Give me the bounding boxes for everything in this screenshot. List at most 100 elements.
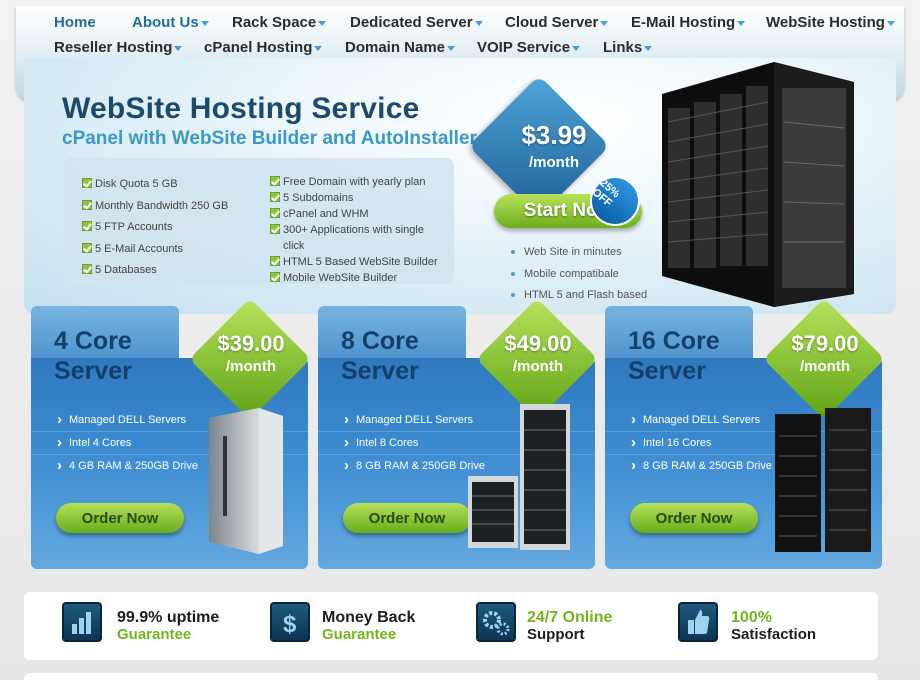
order-now-button[interactable]: Order Now [343,503,471,533]
guarantee-subtitle: Guarantee [322,626,397,643]
nav-label: Dedicated Server [350,14,473,31]
checkbox-icon [82,178,92,188]
checkbox-icon [82,243,92,253]
nav-label: cPanel Hosting [204,39,313,56]
feature-label: 5 Databases [95,264,157,276]
feature-item: Free Domain with yearly plan [270,174,453,190]
checkbox-icon [270,176,280,186]
nav-cpanel-hosting[interactable]: cPanel Hosting [204,39,323,56]
hero-price: $3.99 [521,120,587,150]
hero-bullet: Mobile compatibale [511,268,619,280]
nav-label: Home [54,14,96,31]
nav-voip-service[interactable]: VOIP Service [477,39,581,56]
nav-website-hosting[interactable]: WebSite Hosting [766,14,895,31]
plan-price: $49.00 [504,331,572,356]
nav-label: Links [603,39,643,56]
plan-price: $39.00 [217,331,285,356]
nav-about-us[interactable]: About Us [132,14,209,31]
plan-period: /month [800,358,850,375]
feature-item: 5 Databases [82,262,265,278]
feature-item: Disk Quota 5 GB [82,176,265,192]
nav-dedicated-server[interactable]: Dedicated Server [350,14,483,31]
nav-rack-space[interactable]: Rack Space [232,14,327,31]
features-box: Disk Quota 5 GB Monthly Bandwidth 250 GB… [64,158,454,284]
chevron-down-icon [600,20,609,26]
feature-item: 5 Subdomains [270,190,453,206]
hero-subtitle: cPanel with WebSite Builder and AutoInst… [62,128,477,149]
guarantee-title: Money Back [322,609,416,626]
plan-title-line: Server [54,357,132,385]
rack-server-image [468,404,570,550]
thumbs-up-icon [678,602,718,642]
feature-item: 5 E-Mail Accounts [82,241,265,257]
nav-label: VOIP Service [477,39,571,56]
guarantee-title: 24/7 Online [527,609,613,626]
feature-label: Free Domain with yearly plan [283,176,426,188]
plan-feature: Intel 4 Cores [57,434,131,451]
nav-email-hosting[interactable]: E-Mail Hosting [631,14,746,31]
tower-server-image [209,408,283,554]
gears-icon [476,602,516,642]
plan-card-4-core: 4 CoreServer $39.00 /month Managed DELL … [31,298,311,569]
feature-item: 300+ Applications with single click [270,222,443,254]
chevron-down-icon [886,20,895,26]
plan-feature: Intel 8 Cores [344,434,418,451]
guarantee-title: 99.9% uptime [117,609,220,626]
checkbox-icon [270,192,280,202]
nav-label: Cloud Server [505,14,599,31]
dollar-icon: $ [270,602,310,642]
chevron-down-icon [200,20,209,26]
guarantee-subtitle: Support [527,626,585,643]
chevron-down-icon [174,45,183,51]
nav-label: About Us [132,14,199,31]
checkbox-icon [270,224,280,234]
plan-card-16-core: 16 CoreServer $79.00 /month Managed DELL… [605,298,885,569]
guarantee-title: 100% [731,609,772,626]
plan-feature: Managed DELL Servers [631,411,760,428]
plan-title: 16 Core Server [628,326,720,386]
feature-item: 5 FTP Accounts [82,219,265,235]
nav-home[interactable]: Home [54,14,96,31]
plan-feature: Managed DELL Servers [57,411,186,428]
svg-text:$: $ [283,611,297,638]
chevron-down-icon [318,20,327,26]
plan-period: /month [226,358,276,375]
guarantee-subtitle: Satisfaction [731,626,817,643]
feature-label: Monthly Bandwidth 250 GB [95,200,229,212]
plan-feature: Managed DELL Servers [344,411,473,428]
nav-links[interactable]: Links [603,39,653,56]
feature-label: Mobile WebSite Builder [283,272,398,284]
nav-label: Rack Space [232,14,317,31]
chevron-down-icon [572,45,581,51]
order-now-button[interactable]: Order Now [630,503,758,533]
feature-item: HTML 5 Based WebSite Builder [270,254,453,270]
feature-label: 5 Subdomains [283,192,354,204]
dual-rack-server-image [775,408,871,552]
hero-banner: WebSite Hosting Service cPanel with WebS… [24,58,896,314]
checkbox-icon [270,208,280,218]
nav-cloud-server[interactable]: Cloud Server [505,14,609,31]
plan-title-line: Server [341,357,419,385]
feature-label: 5 FTP Accounts [95,221,173,233]
checkbox-icon [82,200,92,210]
chevron-down-icon [447,45,456,51]
feature-item: cPanel and WHM [270,206,453,222]
plan-title-line: Server [628,357,706,385]
feature-item: Mobile WebSite Builder [270,270,453,286]
hero-price-period: /month [529,154,579,171]
chevron-down-icon [737,20,746,26]
nav-domain-name[interactable]: Domain Name [345,39,456,56]
nav-reseller-hosting[interactable]: Reseller Hosting [54,39,183,56]
plan-title-line: 4 Core [54,327,132,355]
feature-label: 300+ Applications with single click [283,224,424,252]
hero-title: WebSite Hosting Service [62,92,420,125]
plan-feature: Intel 16 Cores [631,434,712,451]
plan-feature: 4 GB RAM & 250GB Drive [57,457,198,474]
plan-price: $79.00 [791,331,859,356]
chevron-down-icon [474,20,483,26]
order-now-button[interactable]: Order Now [56,503,184,533]
page: Home About Us Rack Space Dedicated Serve… [0,0,920,680]
nav-label: E-Mail Hosting [631,14,736,31]
checkbox-icon [270,272,280,282]
feature-label: Disk Quota 5 GB [95,178,178,190]
